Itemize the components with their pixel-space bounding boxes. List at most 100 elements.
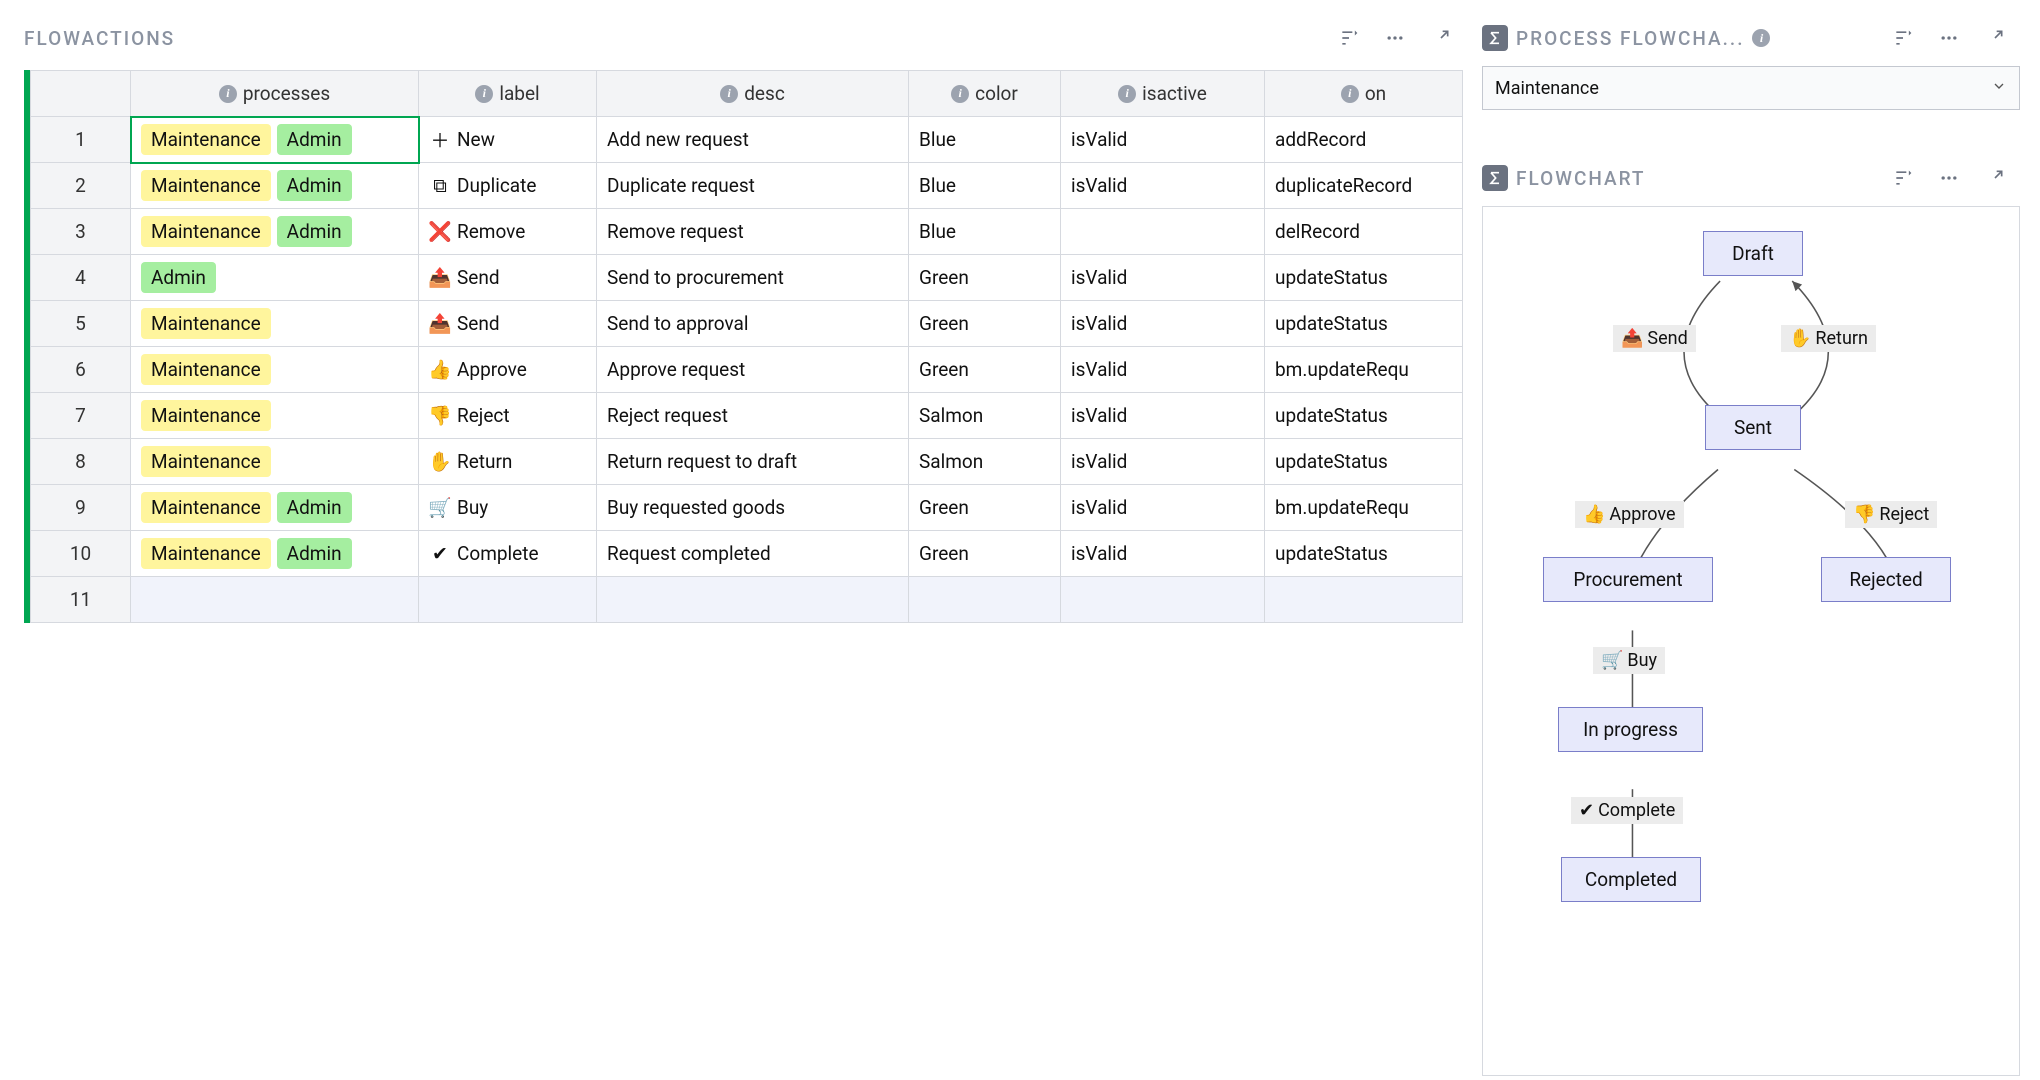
cell-on[interactable]: duplicateRecord	[1265, 163, 1463, 209]
fc-action-reject[interactable]: 👎Reject	[1845, 501, 1937, 528]
cell-desc[interactable]: Approve request	[597, 347, 909, 393]
flowactions-table[interactable]: iprocesses ilabel idesc icolor iisactive…	[30, 70, 1463, 623]
cell-label[interactable]: ⧉Duplicate	[419, 163, 597, 209]
table-row[interactable]: 1MaintenanceAdmin＋NewAdd new requestBlue…	[31, 117, 1463, 163]
cell-color[interactable]: Salmon	[909, 393, 1061, 439]
filter-icon[interactable]	[1338, 27, 1360, 49]
cell-desc[interactable]: Return request to draft	[597, 439, 909, 485]
table-row-empty[interactable]: 11	[31, 577, 1463, 623]
row-number[interactable]: 1	[31, 117, 131, 163]
cell-desc[interactable]: Add new request	[597, 117, 909, 163]
cell-empty[interactable]	[419, 577, 597, 623]
filter-icon[interactable]	[1892, 167, 1914, 189]
row-number[interactable]: 8	[31, 439, 131, 485]
cell-color[interactable]: Blue	[909, 117, 1061, 163]
cell-processes[interactable]: Admin	[131, 255, 419, 301]
cell-on[interactable]: bm.updateRequ	[1265, 485, 1463, 531]
table-row[interactable]: 10MaintenanceAdmin✔CompleteRequest compl…	[31, 531, 1463, 577]
cell-processes[interactable]: MaintenanceAdmin	[131, 163, 419, 209]
row-number[interactable]: 2	[31, 163, 131, 209]
table-row[interactable]: 9MaintenanceAdmin🛒BuyBuy requested goods…	[31, 485, 1463, 531]
cell-color[interactable]: Green	[909, 301, 1061, 347]
row-number[interactable]: 3	[31, 209, 131, 255]
table-row[interactable]: 5Maintenance📤SendSend to approvalGreenis…	[31, 301, 1463, 347]
cell-label[interactable]: 🛒Buy	[419, 485, 597, 531]
process-select[interactable]: Maintenance	[1482, 66, 2020, 110]
col-processes[interactable]: iprocesses	[131, 71, 419, 117]
cell-color[interactable]: Green	[909, 347, 1061, 393]
cell-isactive[interactable]: isValid	[1061, 117, 1265, 163]
cell-processes[interactable]: Maintenance	[131, 439, 419, 485]
cell-on[interactable]: bm.updateRequ	[1265, 347, 1463, 393]
more-icon[interactable]	[1384, 27, 1406, 49]
cell-on[interactable]: updateStatus	[1265, 439, 1463, 485]
filter-icon[interactable]	[1892, 27, 1914, 49]
cell-isactive[interactable]: isValid	[1061, 301, 1265, 347]
cell-label[interactable]: ✋Return	[419, 439, 597, 485]
col-color[interactable]: icolor	[909, 71, 1061, 117]
fc-node-completed[interactable]: Completed	[1561, 857, 1701, 902]
cell-label[interactable]: 📤Send	[419, 301, 597, 347]
cell-label[interactable]: 👍Approve	[419, 347, 597, 393]
cell-on[interactable]: updateStatus	[1265, 531, 1463, 577]
fc-node-procurement[interactable]: Procurement	[1543, 557, 1713, 602]
cell-label[interactable]: ❌Remove	[419, 209, 597, 255]
cell-desc[interactable]: Reject request	[597, 393, 909, 439]
cell-isactive[interactable]: isValid	[1061, 439, 1265, 485]
cell-isactive[interactable]	[1061, 209, 1265, 255]
cell-processes[interactable]: MaintenanceAdmin	[131, 117, 419, 163]
cell-isactive[interactable]: isValid	[1061, 393, 1265, 439]
cell-color[interactable]: Blue	[909, 163, 1061, 209]
table-row[interactable]: 4Admin📤SendSend to procurementGreenisVal…	[31, 255, 1463, 301]
cell-isactive[interactable]: isValid	[1061, 163, 1265, 209]
cell-color[interactable]: Salmon	[909, 439, 1061, 485]
expand-icon[interactable]	[1430, 27, 1452, 49]
fc-node-inprogress[interactable]: In progress	[1558, 707, 1703, 752]
cell-processes[interactable]: Maintenance	[131, 347, 419, 393]
cell-on[interactable]: addRecord	[1265, 117, 1463, 163]
cell-isactive[interactable]: isValid	[1061, 347, 1265, 393]
fc-action-approve[interactable]: 👍Approve	[1575, 501, 1684, 528]
fc-action-buy[interactable]: 🛒Buy	[1593, 647, 1665, 674]
cell-isactive[interactable]: isValid	[1061, 485, 1265, 531]
expand-icon[interactable]	[1984, 27, 2006, 49]
info-icon[interactable]: i	[1752, 29, 1770, 47]
cell-label[interactable]: 👎Reject	[419, 393, 597, 439]
fc-node-sent[interactable]: Sent	[1705, 405, 1801, 450]
col-rownum[interactable]	[31, 71, 131, 117]
flowchart-canvas[interactable]: Draft Sent Procurement Rejected In progr…	[1482, 206, 2020, 1076]
fc-action-send[interactable]: 📤Send	[1613, 325, 1696, 352]
cell-isactive[interactable]: isValid	[1061, 531, 1265, 577]
cell-empty[interactable]	[597, 577, 909, 623]
cell-desc[interactable]: Remove request	[597, 209, 909, 255]
fc-action-return[interactable]: ✋Return	[1781, 325, 1876, 352]
table-row[interactable]: 2MaintenanceAdmin⧉DuplicateDuplicate req…	[31, 163, 1463, 209]
table-row[interactable]: 8Maintenance✋ReturnReturn request to dra…	[31, 439, 1463, 485]
col-on[interactable]: ion	[1265, 71, 1463, 117]
row-number[interactable]: 6	[31, 347, 131, 393]
table-row[interactable]: 6Maintenance👍ApproveApprove requestGreen…	[31, 347, 1463, 393]
cell-desc[interactable]: Send to procurement	[597, 255, 909, 301]
cell-processes[interactable]: Maintenance	[131, 393, 419, 439]
cell-on[interactable]: updateStatus	[1265, 255, 1463, 301]
cell-isactive[interactable]: isValid	[1061, 255, 1265, 301]
row-number[interactable]: 11	[31, 577, 131, 623]
row-number[interactable]: 5	[31, 301, 131, 347]
fc-node-draft[interactable]: Draft	[1703, 231, 1803, 276]
cell-empty[interactable]	[1061, 577, 1265, 623]
cell-label[interactable]: ✔Complete	[419, 531, 597, 577]
cell-empty[interactable]	[1265, 577, 1463, 623]
cell-empty[interactable]	[131, 577, 419, 623]
table-row[interactable]: 7Maintenance👎RejectReject requestSalmoni…	[31, 393, 1463, 439]
cell-desc[interactable]: Send to approval	[597, 301, 909, 347]
row-number[interactable]: 7	[31, 393, 131, 439]
cell-processes[interactable]: MaintenanceAdmin	[131, 485, 419, 531]
table-row[interactable]: 3MaintenanceAdmin❌RemoveRemove requestBl…	[31, 209, 1463, 255]
cell-desc[interactable]: Request completed	[597, 531, 909, 577]
col-desc[interactable]: idesc	[597, 71, 909, 117]
fc-node-rejected[interactable]: Rejected	[1821, 557, 1951, 602]
cell-color[interactable]: Green	[909, 485, 1061, 531]
fc-action-complete[interactable]: ✔Complete	[1571, 797, 1683, 824]
cell-processes[interactable]: MaintenanceAdmin	[131, 209, 419, 255]
more-icon[interactable]	[1938, 167, 1960, 189]
